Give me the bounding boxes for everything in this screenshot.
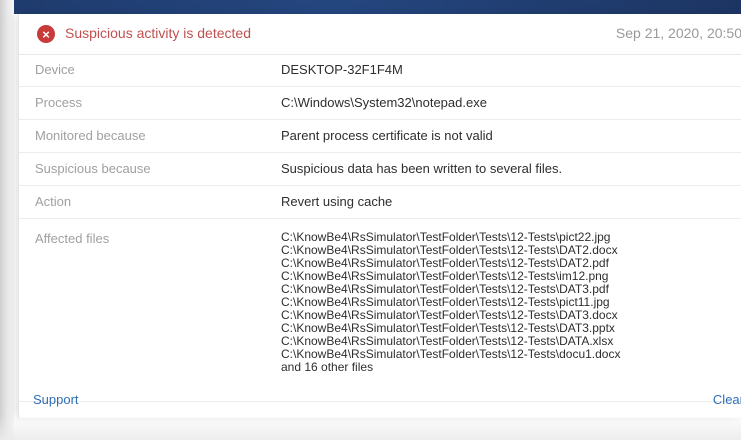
- detail-label: Process: [35, 95, 82, 110]
- alert-title: Suspicious activity is detected: [65, 25, 251, 41]
- detail-row-monitored-because: Monitored because Parent process certifi…: [19, 120, 741, 153]
- detail-label: Action: [35, 194, 72, 209]
- left-edge-shadow: [0, 0, 14, 440]
- detail-row-suspicious-because: Suspicious because Suspicious data has b…: [19, 153, 741, 186]
- bottom-reflection-fade: [0, 414, 741, 440]
- detail-value: Revert using cache: [281, 194, 393, 209]
- alert-header: × Suspicious activity is detected Sep 21…: [19, 14, 741, 55]
- alert-timestamp: Sep 21, 2020, 20:50: [615, 25, 741, 41]
- support-link[interactable]: Support: [33, 392, 79, 407]
- detail-label: Monitored because: [35, 128, 146, 143]
- detail-row-action: Action Revert using cache: [19, 186, 741, 219]
- detail-value: C:\Windows\System32\notepad.exe: [281, 95, 487, 110]
- affected-files-list: C:\KnowBe4\RsSimulator\TestFolder\Tests\…: [281, 231, 620, 374]
- details-table: Device DESKTOP-32F1F4M Process C:\Window…: [19, 54, 741, 402]
- detail-label: Suspicious because: [35, 161, 151, 176]
- detail-row-process: Process C:\Windows\System32\notepad.exe: [19, 87, 741, 120]
- alert-detail-panel: × Suspicious activity is detected Sep 21…: [18, 14, 741, 418]
- error-x-icon: ×: [37, 25, 55, 43]
- detail-row-device: Device DESKTOP-32F1F4M: [19, 54, 741, 87]
- detail-value: Parent process certificate is not valid: [281, 128, 493, 143]
- clear-link[interactable]: Clear: [713, 392, 741, 407]
- detail-value: DESKTOP-32F1F4M: [281, 62, 403, 77]
- panel-footer: Support Clear: [19, 384, 741, 418]
- background-header-band: [0, 0, 741, 14]
- affected-files-more: and 16 other files: [281, 360, 374, 374]
- detail-value: Suspicious data has been written to seve…: [281, 161, 563, 176]
- detail-label: Affected files: [35, 231, 110, 246]
- detail-label: Device: [35, 62, 75, 77]
- detail-row-affected-files: Affected files C:\KnowBe4\RsSimulator\Te…: [19, 219, 741, 402]
